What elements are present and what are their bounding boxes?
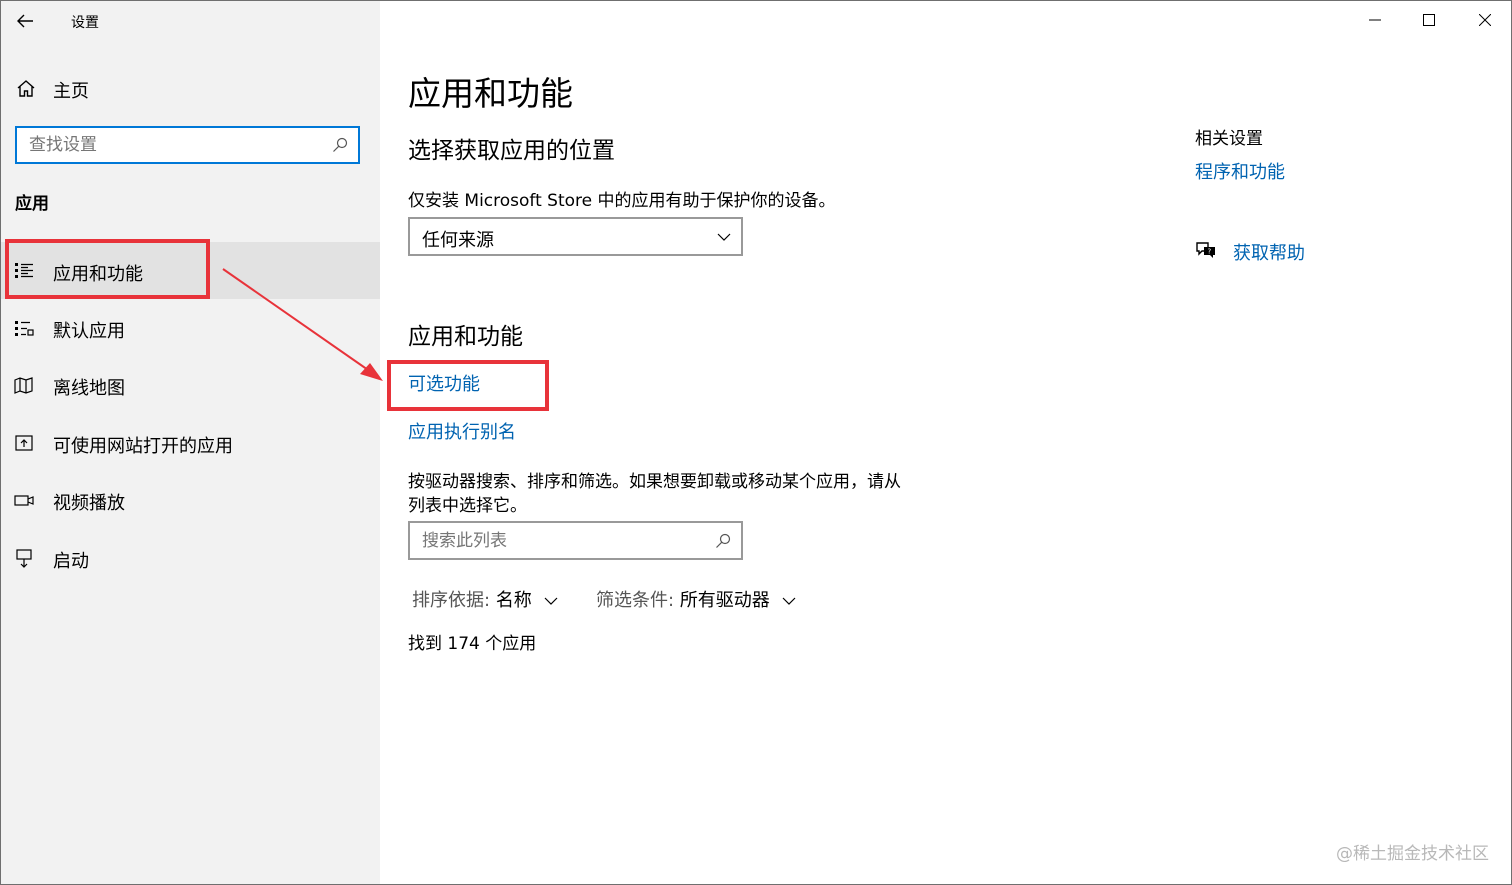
web-open-icon (15, 435, 33, 451)
sidebar-item-label: 启动 (53, 551, 89, 572)
sidebar-item-label: 可使用网站打开的应用 (53, 436, 233, 457)
default-apps-icon (15, 321, 34, 336)
related-settings-title: 相关设置 (1195, 129, 1263, 149)
minimize-icon (1369, 19, 1381, 21)
search-icon[interactable] (715, 533, 731, 549)
chevron-down-icon (782, 597, 795, 605)
highlight-box-optional-features (387, 360, 549, 411)
settings-search-box[interactable] (15, 126, 360, 164)
video-icon (14, 495, 34, 506)
app-list-search-box[interactable] (408, 521, 743, 560)
sort-by-dropdown[interactable]: 排序依据: 名称 (412, 586, 558, 612)
search-icon[interactable] (332, 137, 348, 153)
dropdown-value: 任何来源 (422, 230, 494, 251)
maximize-icon (1423, 14, 1435, 26)
minimize-button[interactable] (1360, 7, 1390, 35)
install-source-description: 仅安装 Microsoft Store 中的应用有助于保护你的设备。 (408, 191, 836, 211)
help-chat-icon: ? (1196, 242, 1215, 258)
arrow-left-icon (17, 14, 33, 28)
app-list-search-input[interactable] (422, 529, 702, 553)
sidebar-item-offline-maps[interactable]: 离线地图 (1, 356, 380, 413)
apps-description-line1: 按驱动器搜索、排序和筛选。如果想要卸载或移动某个应用，请从 (408, 472, 901, 492)
sidebar-item-apps-for-websites[interactable]: 可使用网站打开的应用 (1, 414, 380, 471)
app-execution-alias-link[interactable]: 应用执行别名 (408, 418, 516, 444)
close-button[interactable] (1470, 7, 1500, 35)
sidebar-item-startup[interactable]: 启动 (1, 529, 380, 586)
chevron-down-icon (544, 597, 557, 605)
maximize-button[interactable] (1414, 7, 1444, 35)
back-button[interactable] (11, 9, 39, 33)
app-title: 设置 (71, 15, 99, 31)
sidebar-item-label: 默认应用 (53, 321, 125, 342)
apps-description-line2: 列表中选择它。 (408, 496, 527, 516)
settings-search-input[interactable] (29, 133, 319, 157)
sidebar-item-label: 视频播放 (53, 493, 125, 514)
home-label: 主页 (53, 81, 89, 102)
install-source-dropdown[interactable]: 任何来源 (408, 217, 743, 256)
section-title: 应用 (15, 194, 49, 214)
sidebar: 设置 主页 应用 应用和功能 (1, 1, 380, 884)
app-count-text: 找到 174 个应用 (408, 634, 537, 654)
settings-window: 设置 主页 应用 应用和功能 (0, 0, 1512, 885)
sort-label: 排序依据: (412, 590, 491, 611)
sidebar-item-default-apps[interactable]: 默认应用 (1, 299, 380, 356)
chevron-down-icon (717, 233, 731, 241)
close-icon (1478, 13, 1492, 27)
page-title: 应用和功能 (408, 74, 573, 113)
filter-label: 筛选条件: (596, 590, 675, 611)
startup-icon (16, 549, 32, 568)
get-help-link[interactable]: 获取帮助 (1233, 239, 1305, 265)
home-icon (17, 80, 35, 97)
svg-text:?: ? (1208, 248, 1212, 256)
apps-features-heading: 应用和功能 (408, 324, 523, 350)
install-source-heading: 选择获取应用的位置 (408, 138, 615, 164)
watermark: @稀土掘金技术社区 (1336, 844, 1489, 864)
sidebar-item-video-playback[interactable]: 视频播放 (1, 471, 380, 528)
filter-by-dropdown[interactable]: 筛选条件: 所有驱动器 (596, 586, 796, 612)
title-bar: 设置 (1, 1, 380, 41)
map-icon (14, 377, 33, 394)
sidebar-item-label: 离线地图 (53, 378, 125, 399)
sort-value: 名称 (495, 590, 532, 611)
main-content: 应用和功能 选择获取应用的位置 仅安装 Microsoft Store 中的应用… (380, 1, 1511, 884)
programs-features-link[interactable]: 程序和功能 (1195, 158, 1285, 184)
filter-value: 所有驱动器 (679, 590, 770, 611)
home-nav-item[interactable]: 主页 (1, 69, 380, 109)
highlight-box-apps-features (5, 239, 210, 299)
